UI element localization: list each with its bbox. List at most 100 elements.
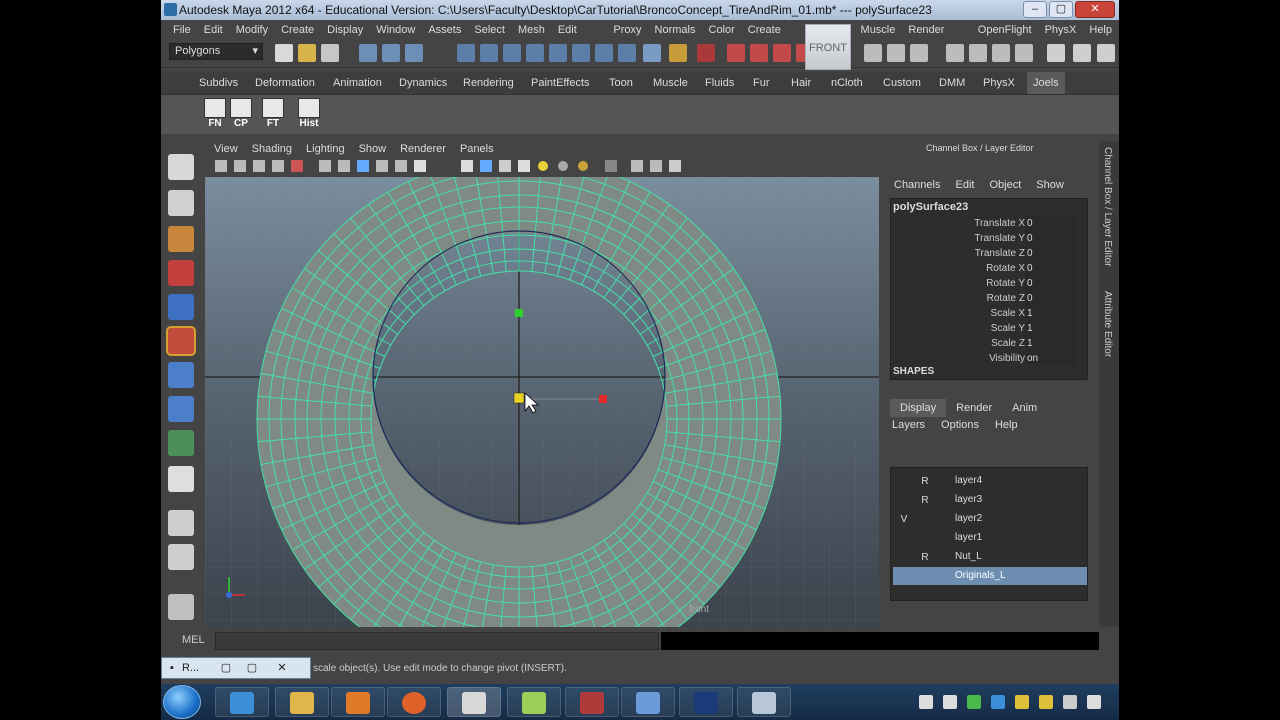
layer-visibility-toggle[interactable] bbox=[895, 473, 913, 489]
taskbar-ie-button[interactable] bbox=[215, 687, 269, 717]
output-ops-icon[interactable] bbox=[887, 44, 905, 62]
show-attribute-editor-icon[interactable] bbox=[1047, 44, 1065, 62]
attr-translate-y[interactable]: Translate Y0 bbox=[891, 231, 1081, 246]
tray-volume-icon[interactable] bbox=[1087, 695, 1101, 709]
channel-box-menu-edit[interactable]: Edit bbox=[951, 179, 985, 191]
move-tool-icon[interactable] bbox=[168, 260, 194, 286]
single-pane-layout-icon[interactable] bbox=[168, 510, 194, 536]
layer-row[interactable]: Originals_L bbox=[893, 567, 1087, 585]
attr-visibility[interactable]: Visibility on bbox=[891, 351, 1081, 366]
close-icon[interactable]: ✕ bbox=[274, 660, 290, 676]
shelf-tab-joels[interactable]: Joels bbox=[1027, 72, 1065, 94]
select-by-dynamic-icon[interactable] bbox=[572, 44, 590, 62]
menu-edit-mesh[interactable]: Edit Mesh bbox=[552, 20, 608, 56]
open-scene-icon[interactable] bbox=[298, 44, 316, 62]
select-object-icon[interactable] bbox=[382, 44, 400, 62]
attr-value[interactable]: 0 bbox=[1025, 276, 1077, 291]
paint-select-tool-icon[interactable] bbox=[168, 226, 194, 252]
tray-up-icon[interactable] bbox=[919, 695, 933, 709]
tab-display[interactable]: Display bbox=[890, 399, 947, 417]
taskbar-photoshop-button[interactable] bbox=[679, 687, 733, 717]
shelf-tab-deformation[interactable]: Deformation bbox=[249, 72, 321, 94]
minimize-button[interactable]: – bbox=[1023, 1, 1047, 18]
shelf-tab-fur[interactable]: Fur bbox=[747, 72, 776, 94]
attr-value[interactable]: 0 bbox=[1025, 246, 1077, 261]
curve-tool-icon[interactable] bbox=[168, 466, 194, 492]
shelf-tab-fluids[interactable]: Fluids bbox=[699, 72, 740, 94]
channel-box-menu-object[interactable]: Object bbox=[985, 179, 1032, 191]
layer-reference-toggle[interactable]: R bbox=[916, 473, 934, 489]
select-by-joint-icon[interactable] bbox=[480, 44, 498, 62]
viewport-canvas[interactable] bbox=[205, 177, 879, 627]
menu-render-farm[interactable]: Render Farm bbox=[902, 20, 971, 56]
command-input[interactable] bbox=[215, 632, 659, 650]
viewport-menu-view[interactable]: View bbox=[207, 141, 245, 157]
start-button[interactable] bbox=[163, 685, 201, 719]
layer-visibility-toggle[interactable] bbox=[895, 530, 913, 546]
layer-visibility-toggle[interactable] bbox=[895, 492, 913, 508]
attr-value[interactable]: 0 bbox=[1025, 291, 1077, 306]
shelf-tab-hair[interactable]: Hair bbox=[785, 72, 817, 94]
tray-flag-icon[interactable] bbox=[943, 695, 957, 709]
taskbar-tool-button[interactable] bbox=[565, 687, 619, 717]
layer-row[interactable]: layer1 bbox=[893, 529, 1087, 547]
shelf-tab-muscle[interactable]: Muscle bbox=[647, 72, 694, 94]
shelf-tab-subdivs[interactable]: Subdivs bbox=[193, 72, 244, 94]
scale-tool-icon[interactable] bbox=[166, 326, 196, 356]
tray-monitor-icon[interactable] bbox=[1063, 695, 1077, 709]
taskbar-firefox-button[interactable] bbox=[387, 687, 441, 717]
layer-color-swatch-icon[interactable] bbox=[939, 530, 953, 546]
shelf-tab-ncloth[interactable]: nCloth bbox=[825, 72, 869, 94]
command-language-label[interactable]: MEL bbox=[182, 634, 205, 646]
attr-value[interactable]: 1 bbox=[1025, 321, 1077, 336]
lock-selection-icon[interactable] bbox=[669, 44, 687, 62]
attr-scale-x[interactable]: Scale X1 bbox=[891, 306, 1081, 321]
layer-row[interactable]: Vlayer2 bbox=[893, 510, 1087, 528]
menu-proxy[interactable]: Proxy bbox=[607, 20, 648, 40]
shelf-button-cp[interactable]: CP bbox=[229, 98, 253, 129]
layer-reference-toggle[interactable] bbox=[916, 568, 934, 584]
tray-shield-icon[interactable] bbox=[1039, 695, 1053, 709]
four-pane-layout-icon[interactable] bbox=[168, 544, 194, 570]
menu-select[interactable]: Select bbox=[468, 20, 512, 40]
menu-openflight[interactable]: OpenFlight bbox=[972, 20, 1039, 40]
viewport-menu-renderer[interactable]: Renderer bbox=[393, 141, 453, 157]
shapes-section[interactable]: SHAPES bbox=[893, 366, 934, 377]
minimized-window[interactable]: ▪ R... ▢ ▢ ✕ bbox=[161, 657, 311, 679]
viewport-menu-panels[interactable]: Panels bbox=[453, 141, 501, 157]
layer-reference-toggle[interactable]: R bbox=[916, 492, 934, 508]
select-tool-icon[interactable] bbox=[168, 154, 194, 180]
attr-translate-x[interactable]: Translate X0 bbox=[891, 216, 1081, 231]
shelf-tab-toon[interactable]: Toon bbox=[603, 72, 639, 94]
taskbar-calculator-button[interactable] bbox=[737, 687, 791, 717]
channel-box-menu-show[interactable]: Show bbox=[1032, 179, 1075, 191]
menu-color[interactable]: Color bbox=[703, 20, 742, 40]
snap-to-grid-icon[interactable] bbox=[727, 44, 745, 62]
ipr-render-icon[interactable] bbox=[992, 44, 1010, 62]
menu-create[interactable]: Create bbox=[275, 20, 321, 40]
tray-bluetooth-icon[interactable] bbox=[991, 695, 1005, 709]
show-channel-box-icon[interactable] bbox=[1097, 44, 1115, 62]
view-cube[interactable]: FRONT bbox=[805, 24, 851, 70]
shelf-tab-physx[interactable]: PhysX bbox=[977, 72, 1021, 94]
shelf-tab-rendering[interactable]: Rendering bbox=[457, 72, 520, 94]
menu-file[interactable]: File bbox=[167, 20, 198, 40]
tab-anim[interactable]: Anim bbox=[1002, 399, 1047, 417]
layer-visibility-toggle[interactable] bbox=[895, 549, 913, 565]
select-component-icon[interactable] bbox=[405, 44, 423, 62]
attr-translate-z[interactable]: Translate Z0 bbox=[891, 246, 1081, 261]
menu-normals[interactable]: Normals bbox=[649, 20, 703, 40]
attr-scale-z[interactable]: Scale Z1 bbox=[891, 336, 1081, 351]
layer-visibility-toggle[interactable]: V bbox=[895, 511, 913, 527]
attr-value[interactable]: on bbox=[1025, 351, 1077, 366]
last-tool-icon[interactable] bbox=[168, 430, 194, 456]
layer-visibility-toggle[interactable] bbox=[895, 568, 913, 584]
viewport-menu-show[interactable]: Show bbox=[352, 141, 394, 157]
layer-row[interactable]: Rlayer3 bbox=[893, 491, 1087, 509]
viewport-menu-lighting[interactable]: Lighting bbox=[299, 141, 352, 157]
select-by-rendering-icon[interactable] bbox=[595, 44, 613, 62]
lasso-tool-icon[interactable] bbox=[168, 190, 194, 216]
channel-box-menu-channels[interactable]: Channels bbox=[890, 179, 951, 191]
taskbar-maya-button[interactable] bbox=[447, 687, 501, 717]
attr-value[interactable]: 1 bbox=[1025, 336, 1077, 351]
